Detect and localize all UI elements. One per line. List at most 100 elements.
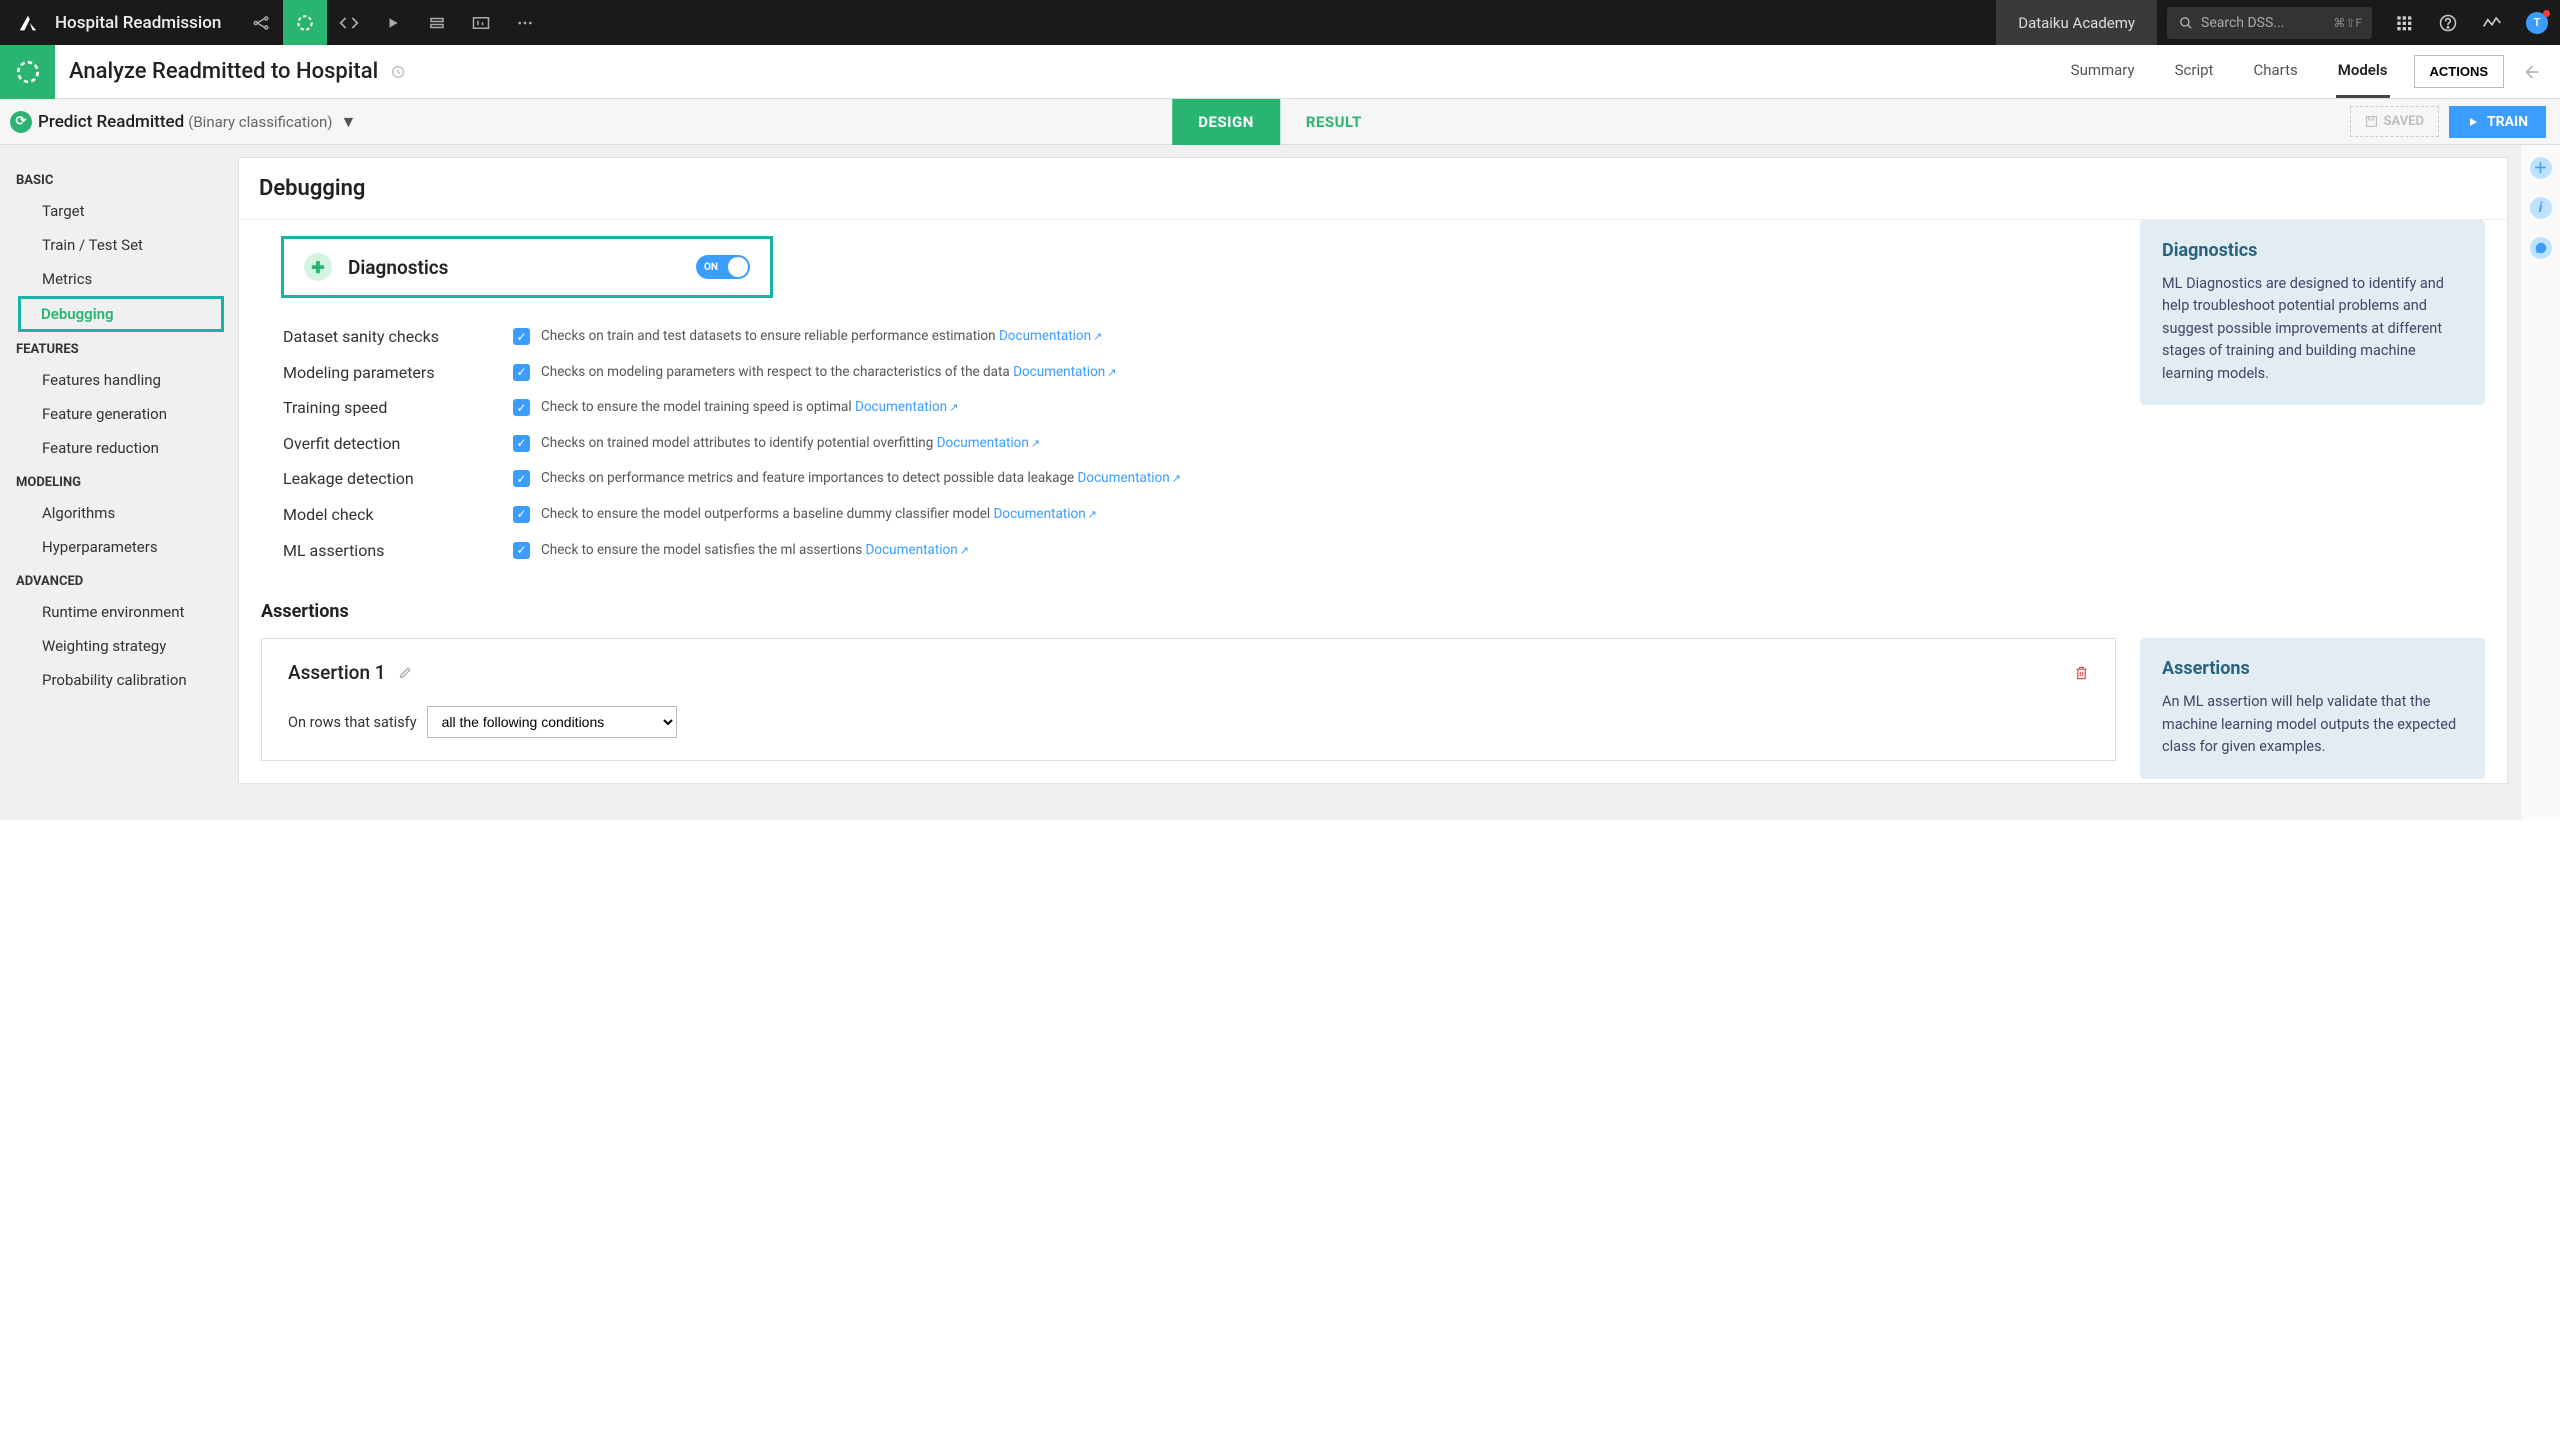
sidebar-section-advanced: ADVANCED	[0, 564, 238, 595]
check-desc-overfit: Checks on trained model attributes to id…	[541, 433, 2094, 455]
external-link-icon: ↗	[1172, 472, 1181, 485]
doc-link[interactable]: Documentation↗	[855, 399, 958, 415]
filter-label: On rows that satisfy	[288, 714, 417, 731]
sidebar-item-prob-calibration[interactable]: Probability calibration	[0, 663, 238, 697]
tab-summary[interactable]: Summary	[2069, 45, 2137, 98]
sidebar-section-basic: BASIC	[0, 163, 238, 194]
main-content: Debugging ✚ Diagnostics ON Dataset sanit…	[238, 145, 2520, 820]
doc-link[interactable]: Documentation↗	[994, 506, 1097, 522]
academy-link[interactable]: Dataiku Academy	[1996, 0, 2157, 45]
diagnostics-icon: ✚	[304, 253, 332, 281]
diagnostics-checks: Dataset sanity checks ✓ Checks on train …	[261, 326, 2116, 591]
edit-icon[interactable]	[398, 665, 413, 680]
sidebar: BASIC Target Train / Test Set Metrics De…	[0, 145, 238, 820]
sidebar-section-modeling: MODELING	[0, 465, 238, 496]
check-label-overfit: Overfit detection	[283, 433, 513, 453]
check-desc-leakage: Checks on performance metrics and featur…	[541, 468, 2094, 490]
sidebar-section-features: FEATURES	[0, 332, 238, 363]
subheader-tabs: Summary Script Charts Models	[2069, 45, 2390, 98]
tab-charts[interactable]: Charts	[2251, 45, 2299, 98]
tab-result[interactable]: RESULT	[1280, 99, 1388, 145]
info-body: ML Diagnostics are designed to identify …	[2162, 273, 2463, 385]
filter-select[interactable]: all the following conditions	[427, 706, 677, 738]
assertion-card: Assertion 1 On rows that satisfy al	[261, 638, 2116, 761]
rail-info-icon[interactable]: i	[2530, 197, 2552, 219]
check-desc-assertions: Check to ensure the model satisfies the …	[541, 540, 2094, 562]
check-box-overfit[interactable]: ✓	[513, 435, 530, 452]
doc-link[interactable]: Documentation↗	[866, 542, 969, 558]
right-rail: ＋ i	[2520, 145, 2560, 820]
sub-header: Analyze Readmitted to Hospital Summary S…	[0, 45, 2560, 99]
check-box-leakage[interactable]: ✓	[513, 470, 530, 487]
saved-button[interactable]: SAVED	[2350, 106, 2439, 137]
tab-design[interactable]: DESIGN	[1172, 99, 1280, 145]
stack-icon[interactable]	[415, 0, 459, 45]
check-box-speed[interactable]: ✓	[513, 399, 530, 416]
doc-link[interactable]: Documentation↗	[1078, 470, 1181, 486]
help-icon[interactable]	[2426, 0, 2470, 45]
rail-add-icon[interactable]: ＋	[2530, 157, 2552, 179]
check-label-modeling: Modeling parameters	[283, 362, 513, 382]
sidebar-item-weighting[interactable]: Weighting strategy	[0, 629, 238, 663]
actions-button[interactable]: ACTIONS	[2414, 55, 2505, 88]
sidebar-item-hyperparameters[interactable]: Hyperparameters	[0, 530, 238, 564]
panel-title: Debugging	[239, 158, 2507, 220]
top-bar: Hospital Readmission Dataiku Academy Sea…	[0, 0, 2560, 45]
design-result-tabs: DESIGN RESULT	[1172, 99, 1388, 145]
train-button[interactable]: TRAIN	[2449, 106, 2546, 138]
saved-label: SAVED	[2384, 114, 2424, 129]
check-label-dataset: Dataset sanity checks	[283, 326, 513, 346]
sidebar-item-train-test[interactable]: Train / Test Set	[0, 228, 238, 262]
search-hint: ⌘⇧F	[2333, 16, 2362, 30]
sidebar-item-algorithms[interactable]: Algorithms	[0, 496, 238, 530]
sidebar-item-feature-generation[interactable]: Feature generation	[0, 397, 238, 431]
assertions-info-box: Assertions An ML assertion will help val…	[2140, 638, 2485, 778]
rail-chat-icon[interactable]	[2530, 237, 2552, 259]
sidebar-item-target[interactable]: Target	[0, 194, 238, 228]
sidebar-item-feature-reduction[interactable]: Feature reduction	[0, 431, 238, 465]
apps-icon[interactable]	[2382, 0, 2426, 45]
check-box-modelcheck[interactable]: ✓	[513, 506, 530, 523]
external-link-icon: ↗	[1088, 508, 1097, 521]
check-box-dataset[interactable]: ✓	[513, 328, 530, 345]
check-label-speed: Training speed	[283, 397, 513, 417]
run-icon[interactable]	[371, 0, 415, 45]
check-box-modeling[interactable]: ✓	[513, 364, 530, 381]
check-desc-modelcheck: Check to ensure the model outperforms a …	[541, 504, 2094, 526]
sidebar-item-metrics[interactable]: Metrics	[0, 262, 238, 296]
external-link-icon: ↗	[949, 401, 958, 414]
doc-link[interactable]: Documentation↗	[1013, 364, 1116, 380]
predict-kind: (Binary classification)	[188, 113, 332, 131]
flow-icon[interactable]	[239, 0, 283, 45]
sidebar-item-runtime-env[interactable]: Runtime environment	[0, 595, 238, 629]
code-icon[interactable]	[327, 0, 371, 45]
dashboard-icon[interactable]	[459, 0, 503, 45]
chevron-down-icon[interactable]: ▼	[341, 112, 357, 132]
sidebar-item-features-handling[interactable]: Features handling	[0, 363, 238, 397]
lab-icon[interactable]	[283, 0, 327, 45]
external-link-icon: ↗	[960, 544, 969, 557]
more-icon[interactable]	[503, 0, 547, 45]
external-link-icon: ↗	[1093, 330, 1102, 343]
tab-script[interactable]: Script	[2173, 45, 2216, 98]
info-title: Assertions	[2162, 658, 2463, 679]
app-logo[interactable]	[0, 12, 55, 34]
tab-models[interactable]: Models	[2336, 45, 2390, 98]
predict-icon: ⟳	[10, 111, 32, 133]
sidebar-item-debugging[interactable]: Debugging	[18, 296, 224, 332]
doc-link[interactable]: Documentation↗	[937, 435, 1040, 451]
trash-icon[interactable]	[2074, 665, 2089, 681]
back-arrow-icon[interactable]	[2522, 63, 2560, 81]
diagnostics-info-box: Diagnostics ML Diagnostics are designed …	[2140, 220, 2485, 405]
activity-icon[interactable]	[2470, 0, 2514, 45]
avatar[interactable]: T	[2526, 12, 2548, 34]
diagnostics-toggle[interactable]: ON	[696, 255, 750, 279]
check-label-assertions: ML assertions	[283, 540, 513, 560]
doc-link[interactable]: Documentation↗	[999, 328, 1102, 344]
refresh-icon[interactable]	[390, 64, 406, 80]
search-input[interactable]: Search DSS... ⌘⇧F	[2167, 7, 2372, 39]
assertion-title: Assertion 1	[288, 661, 386, 684]
project-name[interactable]: Hospital Readmission	[55, 13, 239, 33]
check-box-assertions[interactable]: ✓	[513, 542, 530, 559]
debugging-panel: Debugging ✚ Diagnostics ON Dataset sanit…	[238, 157, 2508, 784]
